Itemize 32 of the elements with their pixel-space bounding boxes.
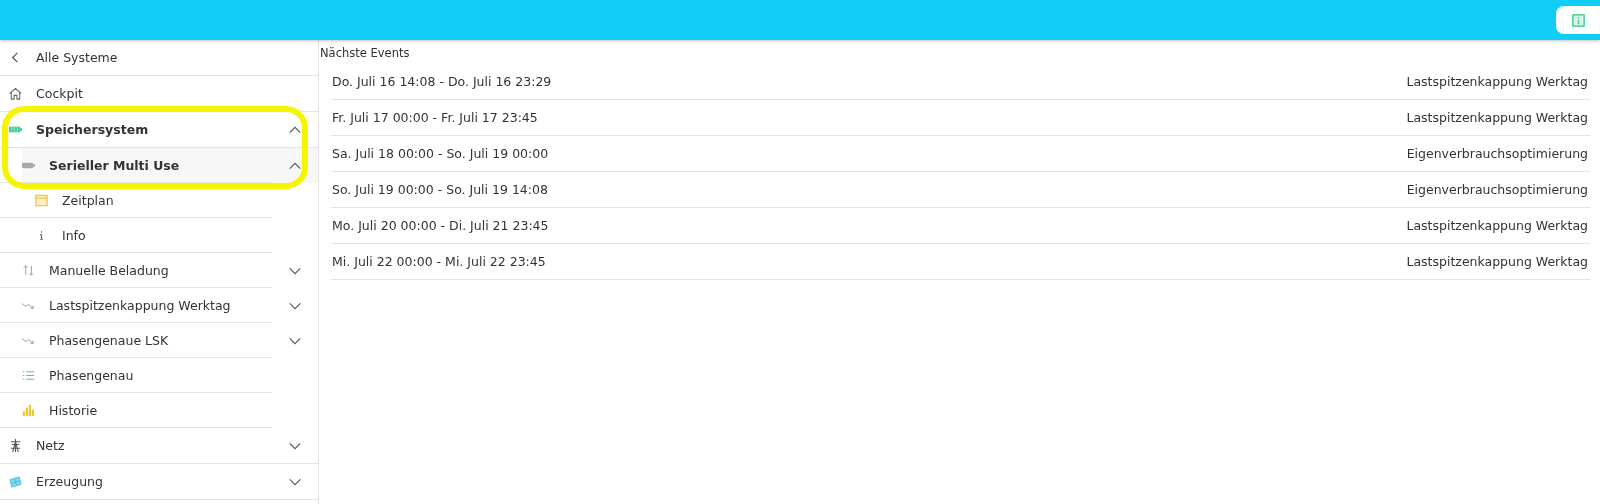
sidebar-item[interactable]: Info xyxy=(62,227,86,243)
event-time: Sa. Juli 18 00:00 - So. Juli 19 00:00 xyxy=(332,146,549,161)
section-title: Nächste Events xyxy=(319,45,411,62)
event-time: Mo. Juli 20 00:00 - Di. Juli 21 23:45 xyxy=(332,218,549,233)
event-mode: Lastspitzenkappung Werktag xyxy=(1406,110,1588,125)
event-time: Mi. Juli 22 00:00 - Mi. Juli 22 23:45 xyxy=(332,254,546,269)
info-icon xyxy=(1570,12,1586,28)
event-time: So. Juli 19 00:00 - So. Juli 19 14:08 xyxy=(332,182,548,197)
sidebar-item[interactable]: Phasengenau xyxy=(49,367,134,383)
event-time: Fr. Juli 17 00:00 - Fr. Juli 17 23:45 xyxy=(332,110,538,125)
sidebar-item[interactable]: Historie xyxy=(49,402,98,418)
sidebar-item[interactable]: Netz xyxy=(36,438,65,453)
power-tower-icon xyxy=(8,438,23,453)
solar-panel-icon xyxy=(8,474,23,489)
sidebar-item[interactable]: Phasengenaue LSK xyxy=(49,332,169,348)
up-down-arrows-icon xyxy=(21,262,36,278)
home-icon xyxy=(8,86,23,101)
sidebar-item[interactable]: Speichersystem xyxy=(36,122,149,137)
sidebar-item[interactable]: Lastspitzenkappung Werktag xyxy=(49,297,231,313)
bar-chart-icon xyxy=(21,402,36,418)
sidebar-item[interactable]: Zeitplan xyxy=(62,192,114,208)
sidebar-item[interactable]: Erzeugung xyxy=(36,474,103,489)
event-mode: Eigenverbrauchsoptimierung xyxy=(1406,146,1588,161)
event-mode: Eigenverbrauchsoptimierung xyxy=(1406,182,1588,197)
sidebar-item[interactable]: Alle Systeme xyxy=(36,50,118,65)
event-mode: Lastspitzenkappung Werktag xyxy=(1406,74,1588,89)
sidebar-item[interactable]: Manuelle Beladung xyxy=(49,262,169,278)
event-time: Do. Juli 16 14:08 - Do. Juli 16 23:29 xyxy=(332,74,552,89)
event-mode: Lastspitzenkappung Werktag xyxy=(1406,218,1588,233)
calendar-icon xyxy=(34,192,49,208)
sidebar-item[interactable]: Cockpit xyxy=(36,86,83,101)
event-mode: Lastspitzenkappung Werktag xyxy=(1406,254,1588,269)
